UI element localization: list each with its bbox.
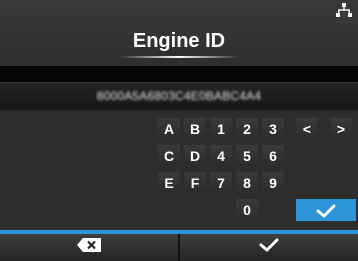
key-2[interactable]: 2 [236, 118, 258, 140]
key-8[interactable]: 8 [236, 172, 258, 194]
confirm-softkey[interactable] [180, 234, 358, 261]
engine-id-field[interactable]: 8000A5A6803C4E0BABC4A4 [0, 82, 358, 112]
key-7[interactable]: 7 [210, 172, 232, 194]
key-5[interactable]: 5 [236, 145, 258, 167]
key-6[interactable]: 6 [262, 145, 284, 167]
enter-key[interactable] [296, 199, 356, 221]
page-title: Engine ID [132, 30, 226, 52]
key-c[interactable]: C [158, 145, 180, 167]
key-d[interactable]: D [184, 145, 206, 167]
key-b[interactable]: B [184, 118, 206, 140]
key-right[interactable]: > [330, 118, 352, 140]
key-f[interactable]: F [184, 172, 206, 194]
backspace-icon [77, 238, 101, 257]
key-0[interactable]: 0 [236, 199, 258, 221]
engine-id-value: 8000A5A6803C4E0BABC4A4 [96, 89, 262, 103]
checkmark-icon [316, 200, 336, 220]
backspace-softkey[interactable] [0, 234, 178, 261]
key-4[interactable]: 4 [210, 145, 232, 167]
key-3[interactable]: 3 [262, 118, 284, 140]
key-e[interactable]: E [158, 172, 180, 194]
key-1[interactable]: 1 [210, 118, 232, 140]
checkmark-icon [259, 238, 279, 257]
engine-id-screen: Engine ID 8000A5A6803C4E0BABC4A4 A B 1 2… [0, 0, 358, 261]
key-a[interactable]: A [158, 118, 180, 140]
key-left[interactable]: < [296, 118, 318, 140]
header: Engine ID [0, 0, 358, 66]
key-9[interactable]: 9 [262, 172, 284, 194]
title-underline [119, 56, 239, 58]
network-icon [336, 3, 352, 17]
keypad: A B 1 2 3 < > C D 4 5 6 E F 7 8 9 0 [0, 110, 358, 230]
